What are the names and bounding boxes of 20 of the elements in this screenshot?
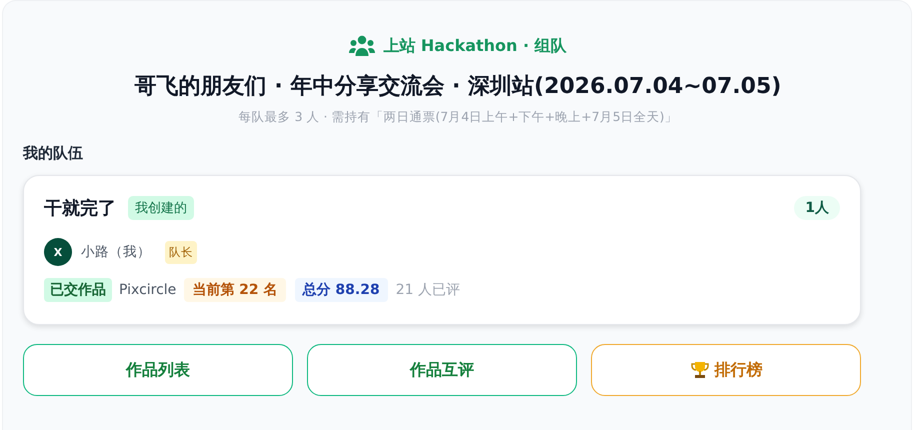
role-tag: 队长 <box>165 240 197 264</box>
submission-status: 已交作品 <box>44 278 112 302</box>
review-count: 21 人已评 <box>396 281 460 299</box>
event-label: 上站 Hackathon · 组队 <box>383 36 567 56</box>
rank-badge: 当前第 22 名 <box>184 278 286 302</box>
users-icon <box>349 35 376 57</box>
creator-tag: 我创建的 <box>128 196 194 220</box>
score-badge: 总分 88.28 <box>294 278 388 302</box>
team-name: 干就完了 <box>44 197 116 220</box>
avatar: X <box>44 238 72 266</box>
nav-button[interactable]: 作品互评 <box>307 344 577 396</box>
member-name: 小路（我） <box>81 243 151 261</box>
leaderboard-button[interactable]: 排行榜 <box>591 344 861 396</box>
nav-button[interactable]: 作品列表 <box>23 344 293 396</box>
event-requirements: 每队最多 3 人 · 需持有「两日通票(7月4日上午+下午+晚上+7月5日全天)」 <box>238 109 678 126</box>
event-title: 哥飞的朋友们 · 年中分享交流会 · 深圳站(2026.07.04~07.05) <box>134 72 782 101</box>
project-name: Pixcircle <box>119 282 176 298</box>
trophy-icon <box>690 360 710 380</box>
member-count: 1人 <box>794 196 840 220</box>
section-title: 我的队伍 <box>23 144 84 163</box>
